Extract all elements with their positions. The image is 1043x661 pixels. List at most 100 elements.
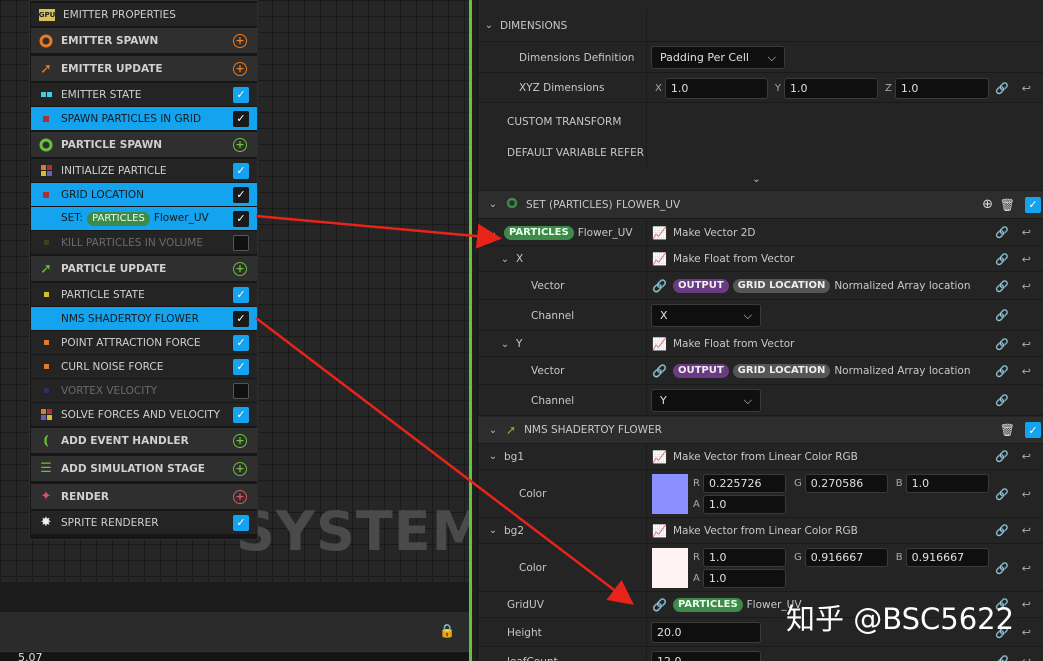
enable-checkbox[interactable]: ✓ bbox=[233, 186, 249, 203]
add-module-icon[interactable]: + bbox=[233, 137, 247, 152]
enable-checkbox[interactable]: ✓ bbox=[233, 110, 249, 127]
stack-spawn-particles-in-grid[interactable]: SPAWN PARTICLES IN GRID ✓ bbox=[31, 107, 257, 130]
stack-sprite-renderer[interactable]: ✸ SPRITE RENDERER ✓ bbox=[31, 511, 257, 534]
z-dimension-input[interactable]: 1.0 bbox=[894, 77, 989, 99]
stack-nms-shadertoy-flower[interactable]: NMS SHADERTOY FLOWER ✓ bbox=[31, 307, 257, 330]
trash-icon[interactable]: 🗑 bbox=[1000, 423, 1015, 437]
reset-icon[interactable]: ↩ bbox=[1022, 365, 1031, 378]
reset-icon[interactable]: ↩ bbox=[1022, 280, 1031, 293]
dynamic-input-label[interactable]: Make Float from Vector bbox=[673, 338, 795, 350]
bg2-r-input[interactable]: 1.0 bbox=[702, 548, 786, 567]
channel-select-y[interactable]: Y ⌵ bbox=[651, 389, 761, 412]
link-icon[interactable]: 🔗 bbox=[995, 524, 1009, 537]
system-overview-graph[interactable]: SYSTEM GPU EMITTER PROPERTIES EMITTER SP… bbox=[0, 0, 469, 661]
set-flower-uv-header[interactable]: ⌄ SET (PARTICLES) FLOWER_UV ⊕ 🗑 ✓ bbox=[478, 191, 1043, 219]
enable-checkbox[interactable] bbox=[233, 234, 249, 251]
link-icon[interactable]: 🔗 bbox=[995, 655, 1009, 661]
stack-kill-particles[interactable]: KILL PARTICLES IN VOLUME bbox=[31, 231, 257, 254]
reset-icon[interactable]: ↩ bbox=[1022, 655, 1031, 661]
bg2-b-input[interactable]: 0.916667 bbox=[905, 548, 989, 567]
stack-add-simulation-stage[interactable]: ☰ ADD SIMULATION STAGE + bbox=[31, 456, 257, 481]
add-module-icon[interactable]: + bbox=[233, 433, 247, 448]
link-icon[interactable]: 🔗 bbox=[995, 226, 1009, 239]
reset-icon[interactable]: ↩ bbox=[1022, 524, 1031, 537]
add-module-icon[interactable]: + bbox=[233, 461, 247, 476]
enable-checkbox[interactable]: ✓ bbox=[233, 86, 249, 103]
enable-checkbox[interactable]: ✓ bbox=[233, 358, 249, 375]
bg1-b-input[interactable]: 1.0 bbox=[905, 474, 989, 493]
add-module-icon[interactable]: + bbox=[233, 489, 247, 504]
trash-icon[interactable]: 🗑 bbox=[1000, 198, 1015, 212]
enable-checkbox[interactable]: ✓ bbox=[233, 210, 249, 227]
link-icon[interactable]: 🔗 bbox=[995, 309, 1009, 322]
binding-label[interactable]: Normalized Array location bbox=[834, 280, 970, 292]
x-dimension-input[interactable]: 1.0 bbox=[664, 77, 768, 99]
collapse-chevron-icon[interactable]: ⌄ bbox=[494, 339, 516, 350]
dynamic-input-label[interactable]: Make Vector from Linear Color RGB bbox=[673, 525, 858, 537]
reset-icon[interactable]: ↩ bbox=[1022, 82, 1031, 95]
bg1-a-input[interactable]: 1.0 bbox=[702, 495, 786, 514]
bg1-r-input[interactable]: 0.225726 bbox=[702, 474, 786, 493]
link-icon[interactable]: 🔗 bbox=[995, 253, 1009, 266]
height-input[interactable]: 20.0 bbox=[651, 622, 761, 643]
link-icon[interactable]: 🔗 bbox=[995, 394, 1009, 407]
stack-point-attraction[interactable]: POINT ATTRACTION FORCE ✓ bbox=[31, 331, 257, 354]
reset-icon[interactable]: ↩ bbox=[1022, 450, 1031, 463]
link-icon[interactable]: 🔗 bbox=[995, 488, 1009, 501]
chevron-down-icon[interactable]: ⌄ bbox=[752, 173, 761, 185]
enable-checkbox[interactable]: ✓ bbox=[233, 514, 249, 531]
stack-render[interactable]: ✦ RENDER + bbox=[31, 484, 257, 509]
enable-checkbox[interactable]: ✓ bbox=[233, 310, 249, 327]
reset-icon[interactable]: ↩ bbox=[1022, 626, 1031, 639]
stack-add-event-handler[interactable]: ⦅ ADD EVENT HANDLER + bbox=[31, 428, 257, 453]
stack-emitter-update[interactable]: ➚ EMITTER UPDATE + bbox=[31, 56, 257, 81]
reset-icon[interactable]: ↩ bbox=[1022, 488, 1031, 501]
stack-particle-spawn[interactable]: PARTICLE SPAWN + bbox=[31, 132, 257, 157]
y-dimension-input[interactable]: 1.0 bbox=[783, 77, 878, 99]
link-icon[interactable]: 🔗 bbox=[995, 562, 1009, 575]
stack-emitter-spawn[interactable]: EMITTER SPAWN + bbox=[31, 28, 257, 53]
section-enable-checkbox[interactable]: ✓ bbox=[1025, 196, 1041, 213]
collapse-chevron-icon[interactable]: ⌄ bbox=[478, 20, 500, 31]
binding-label[interactable]: Normalized Array location bbox=[834, 365, 970, 377]
bg2-a-input[interactable]: 1.0 bbox=[702, 569, 786, 588]
stack-curl-noise[interactable]: CURL NOISE FORCE ✓ bbox=[31, 355, 257, 378]
dynamic-input-label[interactable]: Make Vector from Linear Color RGB bbox=[673, 451, 858, 463]
custom-transform-row[interactable]: CUSTOM TRANSFORM bbox=[478, 104, 1043, 139]
bg1-color-swatch[interactable] bbox=[652, 474, 688, 514]
bg1-g-input[interactable]: 0.270586 bbox=[804, 474, 888, 493]
link-icon[interactable]: 🔗 bbox=[995, 280, 1009, 293]
link-icon[interactable]: 🔗 bbox=[995, 82, 1009, 95]
enable-checkbox[interactable]: ✓ bbox=[233, 162, 249, 179]
collapse-chevron-icon[interactable]: ⌄ bbox=[482, 227, 504, 238]
dynamic-input-label[interactable]: Make Float from Vector bbox=[673, 253, 795, 265]
stack-particle-state[interactable]: PARTICLE STATE ✓ bbox=[31, 283, 257, 306]
add-module-icon[interactable]: + bbox=[233, 261, 247, 276]
add-circle-icon[interactable]: ⊕ bbox=[982, 197, 993, 212]
stack-particle-update[interactable]: ➚ PARTICLE UPDATE + bbox=[31, 256, 257, 281]
default-variable-row[interactable]: DEFAULT VARIABLE REFERI bbox=[478, 139, 1043, 166]
section-enable-checkbox[interactable]: ✓ bbox=[1025, 422, 1041, 438]
collapse-chevron-icon[interactable]: ⌄ bbox=[482, 425, 504, 436]
stack-initialize-particle[interactable]: INITIALIZE PARTICLE ✓ bbox=[31, 159, 257, 182]
dimensions-header[interactable]: ⌄ DIMENSIONS bbox=[478, 10, 1043, 42]
stack-grid-location[interactable]: GRID LOCATION ✓ bbox=[31, 183, 257, 206]
collapse-chevron-icon[interactable]: ⌄ bbox=[482, 451, 504, 462]
stack-solve-forces[interactable]: SOLVE FORCES AND VELOCITY ✓ bbox=[31, 403, 257, 426]
link-icon[interactable]: 🔗 bbox=[995, 338, 1009, 351]
panel-divider[interactable] bbox=[469, 0, 477, 661]
enable-checkbox[interactable] bbox=[233, 382, 249, 399]
add-module-icon[interactable]: + bbox=[233, 33, 247, 48]
expand-more-row[interactable]: ⌄ bbox=[478, 167, 1043, 191]
reset-icon[interactable]: ↩ bbox=[1022, 598, 1031, 611]
enable-checkbox[interactable]: ✓ bbox=[233, 286, 249, 303]
add-module-icon[interactable]: + bbox=[233, 61, 247, 76]
reset-icon[interactable]: ↩ bbox=[1022, 226, 1031, 239]
dynamic-input-label[interactable]: Make Vector 2D bbox=[673, 227, 756, 239]
nms-shadertoy-header[interactable]: ⌄ ➚ NMS SHADERTOY FLOWER 🗑 ✓ bbox=[478, 417, 1043, 444]
channel-select-x[interactable]: X ⌵ bbox=[651, 304, 761, 327]
enable-checkbox[interactable]: ✓ bbox=[233, 406, 249, 423]
enable-checkbox[interactable]: ✓ bbox=[233, 334, 249, 351]
link-icon[interactable]: 🔗 bbox=[995, 365, 1009, 378]
dimensions-definition-select[interactable]: Padding Per Cell ⌵ bbox=[651, 46, 785, 69]
